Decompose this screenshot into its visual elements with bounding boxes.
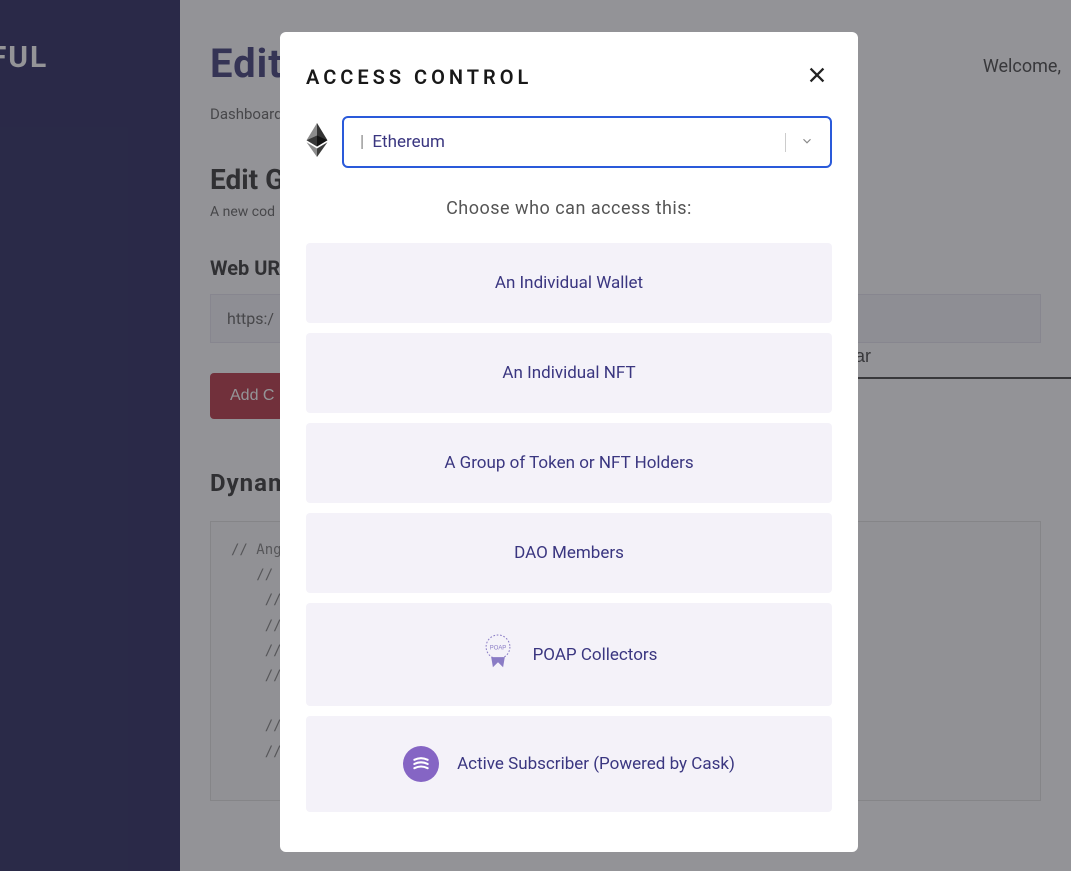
network-select[interactable]: Ethereum	[342, 116, 832, 168]
ethereum-icon	[306, 123, 328, 161]
choose-label: Choose who can access this:	[306, 198, 832, 219]
chevron-down-icon	[785, 133, 814, 152]
network-row: Ethereum	[306, 116, 832, 168]
option-label: An Individual NFT	[502, 363, 635, 383]
option-label: DAO Members	[514, 543, 624, 563]
svg-text:POAP: POAP	[489, 645, 506, 651]
close-button[interactable]	[802, 60, 832, 94]
network-select-value: Ethereum	[360, 132, 445, 152]
cask-icon	[403, 746, 439, 782]
access-options: An Individual Wallet An Individual NFT A…	[306, 243, 832, 812]
option-individual-wallet[interactable]: An Individual Wallet	[306, 243, 832, 323]
modal-header: ACCESS CONTROL	[306, 60, 832, 94]
access-control-modal: ACCESS CONTROL Ethereum Choose who can a…	[280, 32, 858, 852]
option-label: A Group of Token or NFT Holders	[444, 453, 693, 473]
option-token-holders[interactable]: A Group of Token or NFT Holders	[306, 423, 832, 503]
modal-title: ACCESS CONTROL	[306, 65, 532, 89]
close-icon	[806, 71, 828, 90]
option-label: An Individual Wallet	[495, 273, 643, 293]
option-individual-nft[interactable]: An Individual NFT	[306, 333, 832, 413]
option-poap-collectors[interactable]: POAP POAP Collectors	[306, 603, 832, 706]
option-label: POAP Collectors	[533, 645, 658, 665]
option-label: Active Subscriber (Powered by Cask)	[457, 754, 735, 774]
poap-icon: POAP	[481, 633, 515, 676]
option-dao-members[interactable]: DAO Members	[306, 513, 832, 593]
option-cask-subscriber[interactable]: Active Subscriber (Powered by Cask)	[306, 716, 832, 812]
